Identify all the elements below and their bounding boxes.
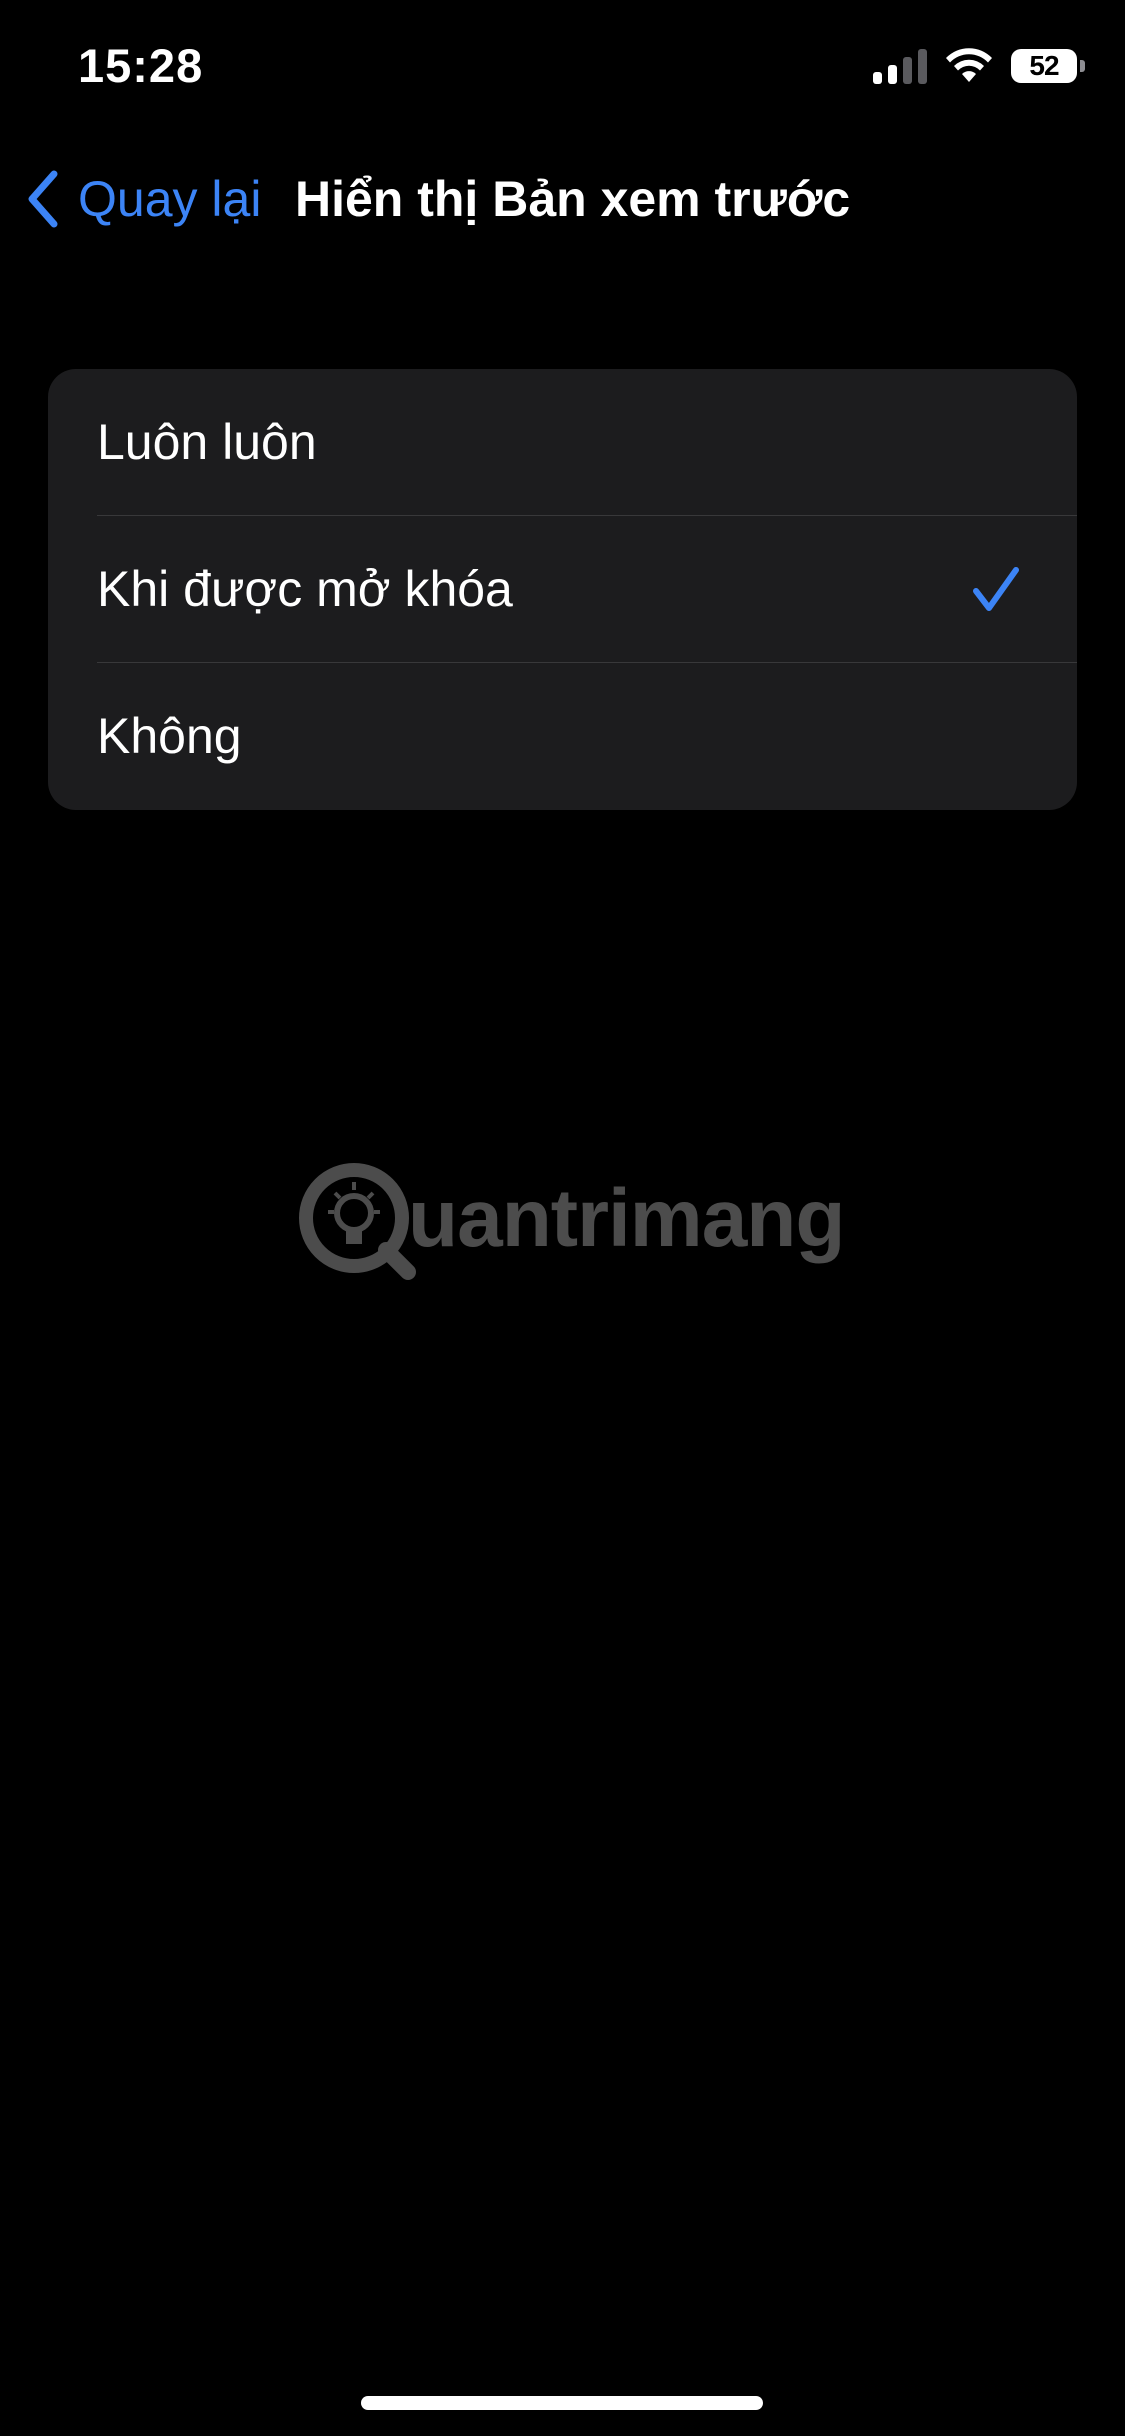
battery-icon: 52 bbox=[1011, 49, 1085, 83]
watermark-logo: uantrimang bbox=[298, 1158, 845, 1283]
lightbulb-logo-icon bbox=[299, 1163, 416, 1280]
home-indicator[interactable] bbox=[361, 2396, 763, 2410]
back-button[interactable]: Quay lại bbox=[24, 168, 261, 230]
option-always[interactable]: Luôn luôn bbox=[48, 369, 1077, 516]
chevron-left-icon bbox=[28, 170, 58, 228]
option-never[interactable]: Không bbox=[48, 663, 1077, 810]
option-label: Không bbox=[97, 708, 242, 764]
battery-cap bbox=[1080, 60, 1085, 72]
checkmark-icon bbox=[973, 567, 1019, 611]
watermark-text: uantrimang bbox=[408, 1173, 845, 1264]
page-title: Hiển thị Bản xem trước bbox=[295, 171, 851, 227]
cellular-signal-icon bbox=[873, 48, 927, 84]
status-bar: 15:28 52 bbox=[0, 0, 1125, 140]
battery-level: 52 bbox=[1011, 49, 1077, 83]
option-when-unlocked[interactable]: Khi được mở khóa bbox=[48, 516, 1077, 663]
navigation-bar: Quay lại Hiển thị Bản xem trước bbox=[0, 150, 1125, 250]
status-icons: 52 bbox=[873, 48, 1085, 84]
back-button-label: Quay lại bbox=[78, 171, 262, 227]
preview-options-list: Luôn luôn Khi được mở khóa Không bbox=[48, 369, 1077, 810]
wifi-icon bbox=[946, 48, 992, 82]
status-time: 15:28 bbox=[78, 39, 204, 92]
option-label: Luôn luôn bbox=[97, 414, 317, 470]
option-label: Khi được mở khóa bbox=[97, 561, 513, 617]
screen: 15:28 52 Quay lại Hiển thị Bản xem trước… bbox=[0, 0, 1125, 2436]
